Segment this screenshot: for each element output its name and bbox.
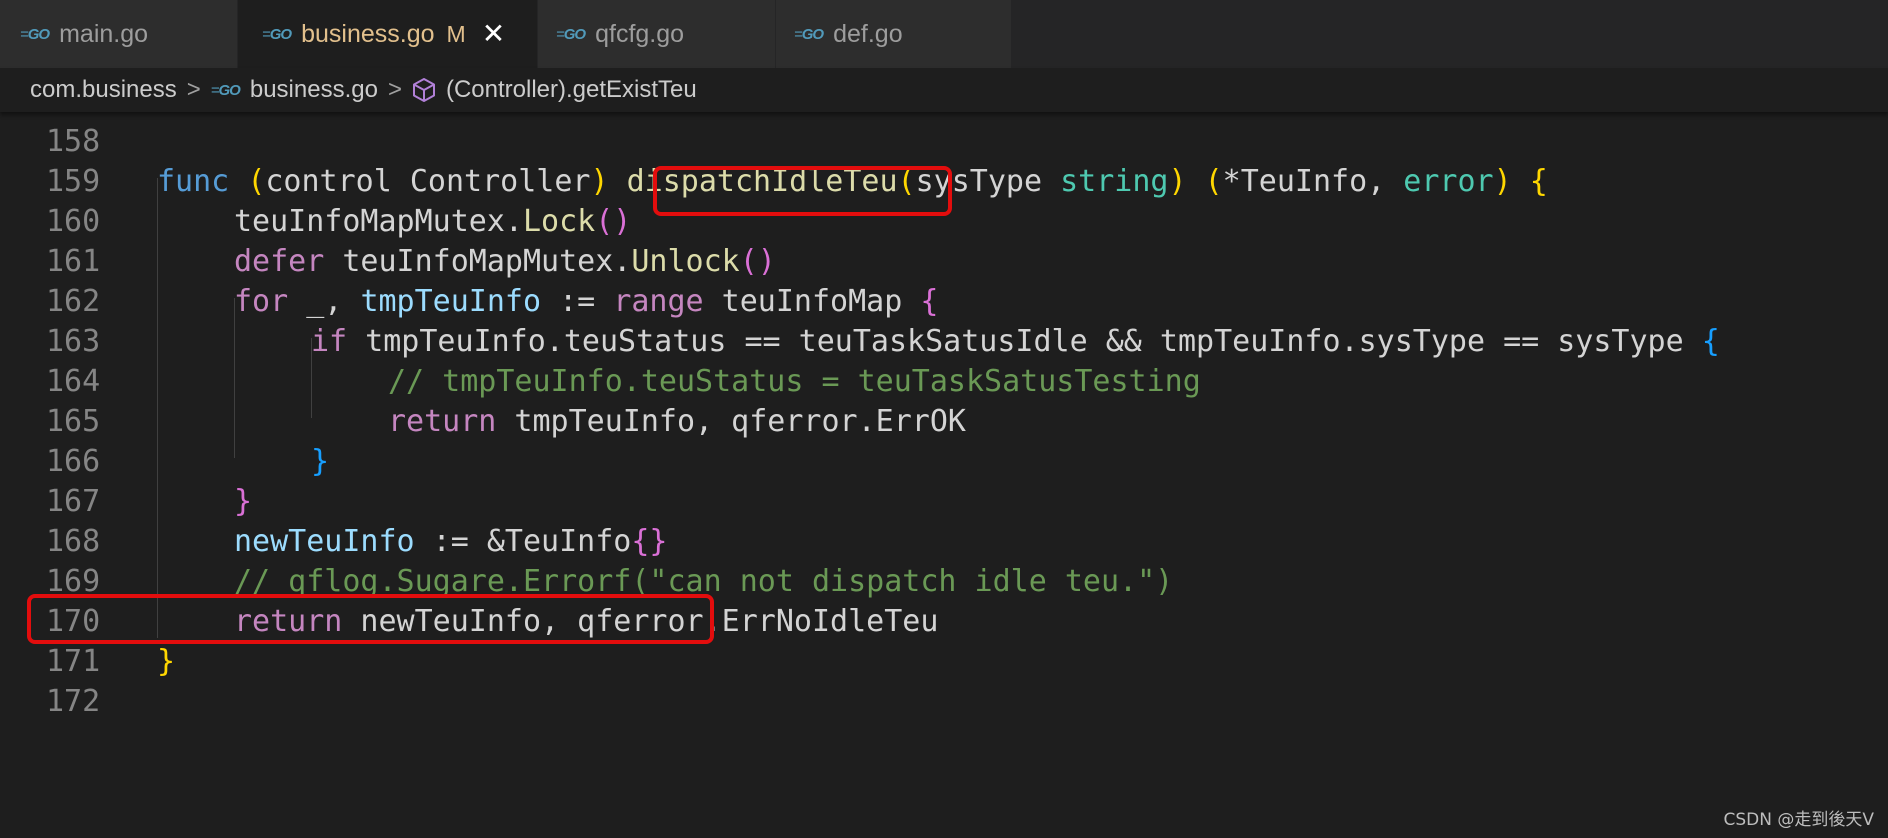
breadcrumb-folder[interactable]: com.business	[30, 76, 177, 104]
tab-label: def.go	[833, 19, 903, 48]
line-number: 172	[46, 684, 101, 719]
tab-qfcfg-go[interactable]: =GO qfcfg.go	[538, 0, 776, 68]
watermark: CSDN @走到後天V	[1723, 810, 1874, 830]
breadcrumb: com.business > =GO business.go > (Contro…	[0, 68, 1888, 112]
editor-tab-bar: =GO main.go =GO business.go M ✕ =GO qfcf…	[0, 0, 1888, 68]
tab-main-go[interactable]: =GO main.go	[0, 0, 238, 68]
highlight-box-function-name	[653, 166, 952, 216]
go-file-icon: =GO	[794, 25, 824, 43]
highlight-box-line-168	[27, 594, 714, 644]
code-editor[interactable]: 158 159 160 161 162 163 164 165 166 167 …	[0, 118, 1888, 838]
tab-def-go[interactable]: =GO def.go	[776, 0, 1012, 68]
go-file-icon: =GO	[262, 25, 292, 43]
method-cube-icon	[412, 78, 435, 102]
breadcrumb-symbol[interactable]: (Controller).getExistTeu	[446, 76, 697, 104]
go-file-icon: =GO	[556, 25, 586, 43]
code-line-171: }	[157, 644, 176, 679]
go-file-icon: =GO	[20, 25, 50, 43]
modified-indicator: M	[446, 20, 466, 47]
chevron-right-icon: >	[387, 76, 402, 103]
indent-guide	[157, 178, 158, 638]
breadcrumb-file[interactable]: business.go	[250, 76, 378, 104]
go-file-icon: =GO	[210, 81, 241, 99]
tab-label: main.go	[59, 19, 149, 48]
code-line-165: return tmpTeuInfo, qferror.ErrOK	[388, 404, 966, 439]
chevron-right-icon: >	[186, 76, 201, 103]
tab-business-go[interactable]: =GO business.go M ✕	[238, 0, 538, 68]
tab-label: business.go	[301, 19, 435, 48]
tab-label: qfcfg.go	[595, 19, 685, 48]
close-icon[interactable]: ✕	[482, 20, 505, 48]
code-line-166: }	[311, 444, 330, 479]
